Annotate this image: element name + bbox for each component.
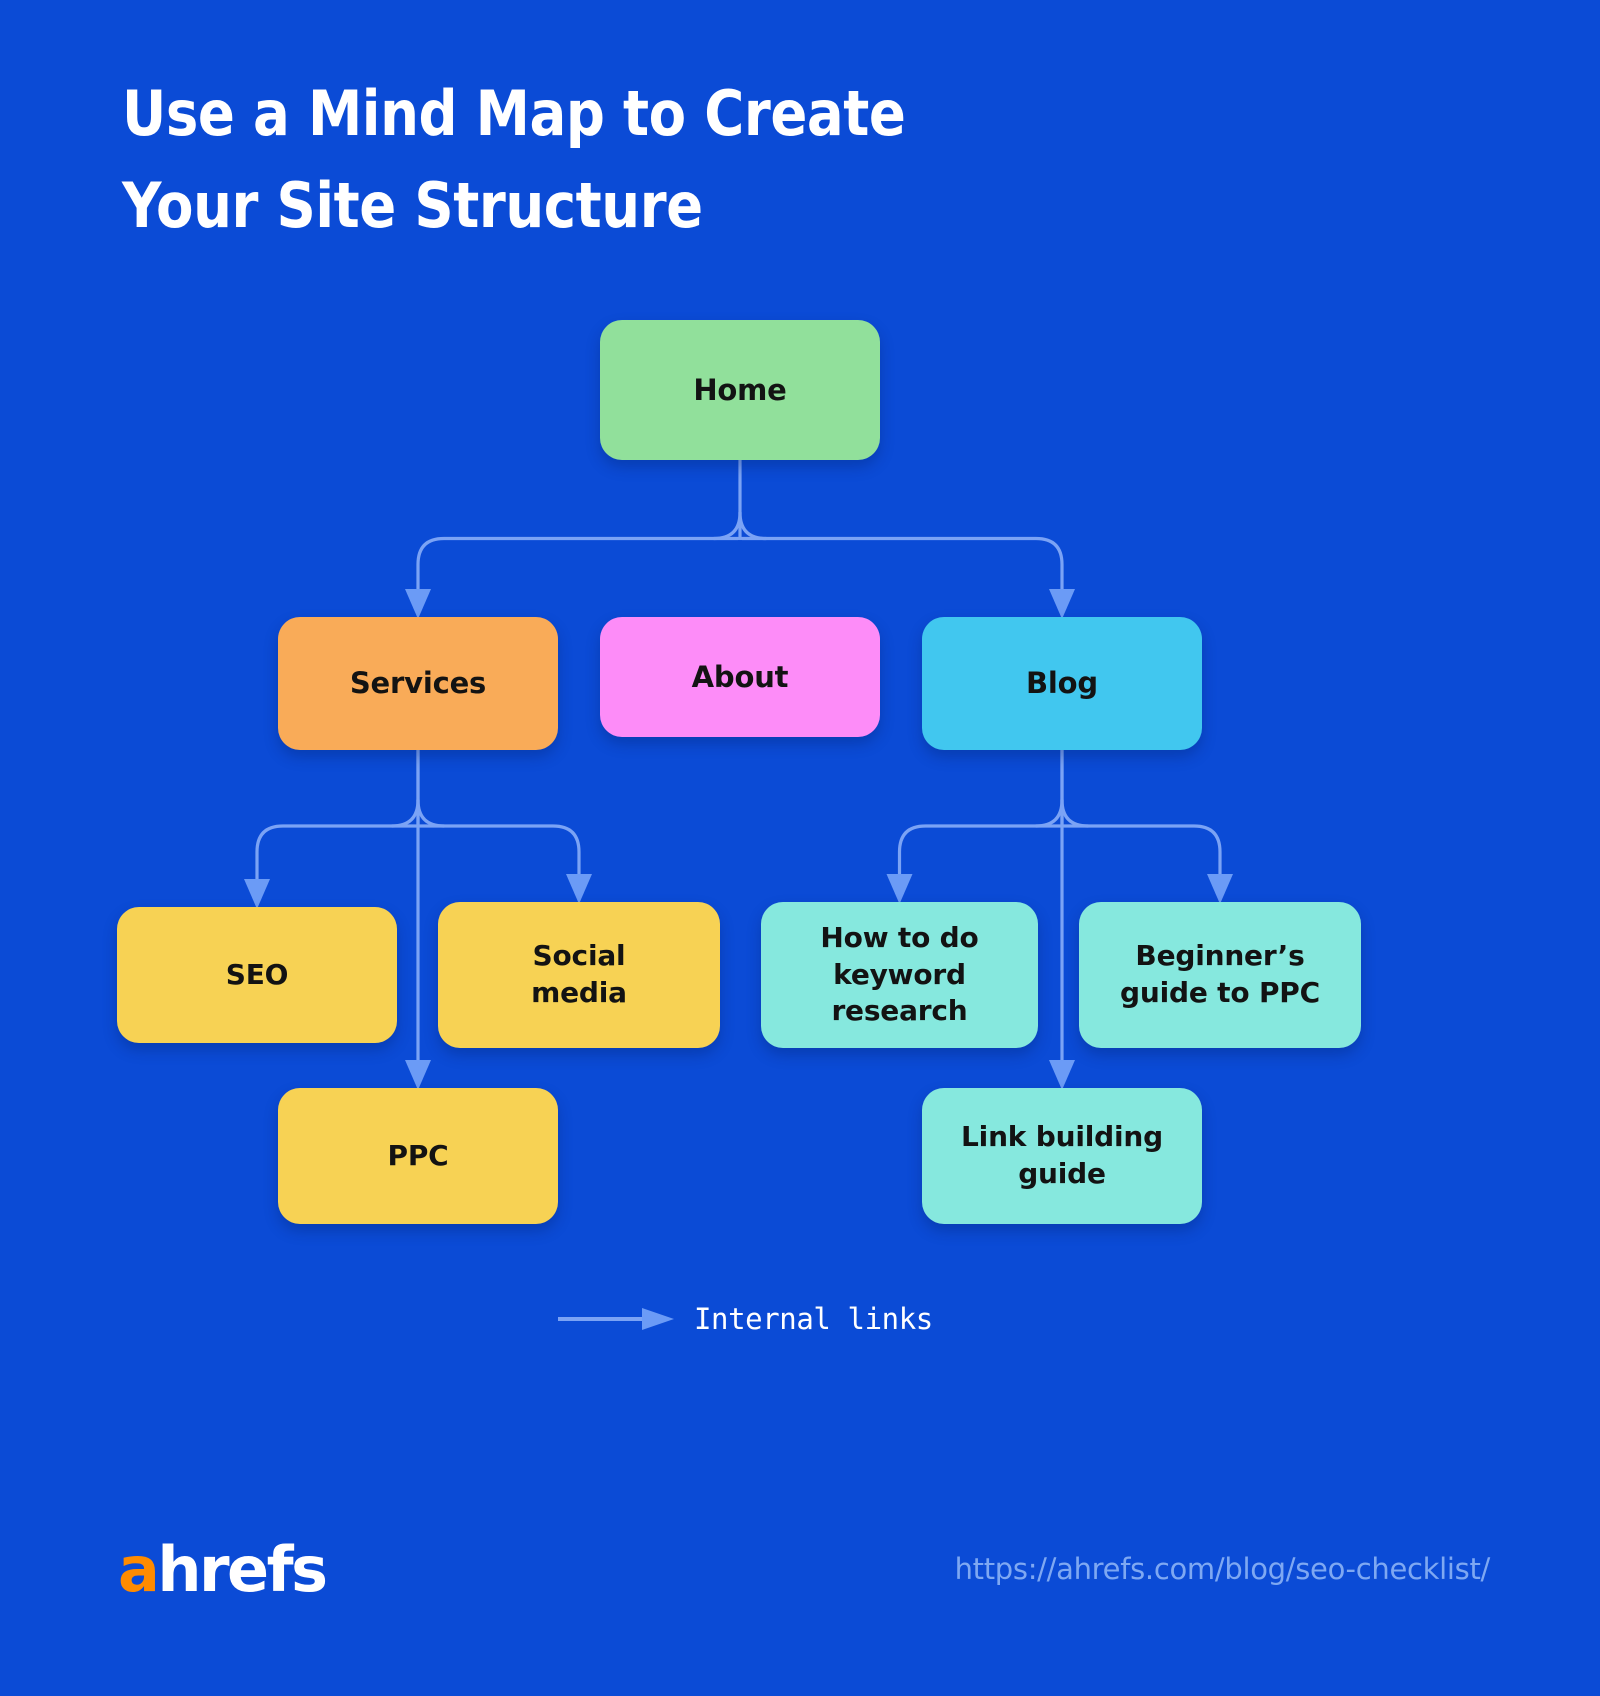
connector-fillet-l-services <box>390 798 420 828</box>
connector-services-social <box>418 824 581 880</box>
node-ppcguide[interactable]: Beginner’s guide to PPC <box>1079 902 1361 1048</box>
logo-text: hrefs <box>157 1533 328 1606</box>
connector-blog-ppcguide <box>1062 824 1222 880</box>
logo-accent-letter: a <box>118 1533 160 1606</box>
connector-fillet-r-blog <box>1060 798 1090 828</box>
arrowhead-home-blog <box>1049 589 1075 619</box>
connector-services-seo <box>255 824 418 885</box>
connector-fillet-r-services <box>416 798 446 828</box>
node-keyword[interactable]: How to do keyword research <box>761 902 1038 1048</box>
connector-fillet-r-home <box>738 510 768 541</box>
connector-layer <box>244 458 1233 1090</box>
connector-home-services <box>416 536 740 595</box>
legend-arrow-icon <box>558 1308 674 1330</box>
node-services[interactable]: Services <box>278 617 558 750</box>
arrowhead-blog-keyword <box>886 874 913 904</box>
node-seo[interactable]: SEO <box>117 907 397 1043</box>
node-about[interactable]: About <box>600 617 880 737</box>
node-ppc[interactable]: PPC <box>278 1088 558 1224</box>
arrowhead-home-services <box>405 589 431 619</box>
connector-fillet-l-home <box>712 510 742 541</box>
node-linkbuild[interactable]: Link building guide <box>922 1088 1202 1224</box>
node-blog[interactable]: Blog <box>922 617 1202 750</box>
page-title: Use a Mind Map to Create Your Site Struc… <box>122 77 906 242</box>
arrowhead-services-ppc <box>405 1060 431 1090</box>
connector-home-blog <box>740 536 1064 595</box>
arrowhead-blog-linkbuild <box>1049 1060 1075 1090</box>
infographic-canvas: Use a Mind Map to Create Your Site Struc… <box>0 0 1600 1696</box>
connector-blog-keyword <box>897 824 1062 880</box>
arrowhead-services-social <box>566 874 592 904</box>
arrowhead-blog-ppcguide <box>1207 874 1233 904</box>
node-home[interactable]: Home <box>600 320 880 460</box>
connector-fillet-l-blog <box>1034 798 1064 828</box>
legend-label: Internal links <box>694 1302 933 1336</box>
arrowhead-services-seo <box>244 879 270 909</box>
node-social[interactable]: Social media <box>438 902 720 1048</box>
legend: Internal links <box>558 1296 978 1342</box>
ahrefs-logo: a hrefs <box>118 1533 328 1606</box>
footer-url: https://ahrefs.com/blog/seo-checklist/ <box>954 1552 1491 1586</box>
